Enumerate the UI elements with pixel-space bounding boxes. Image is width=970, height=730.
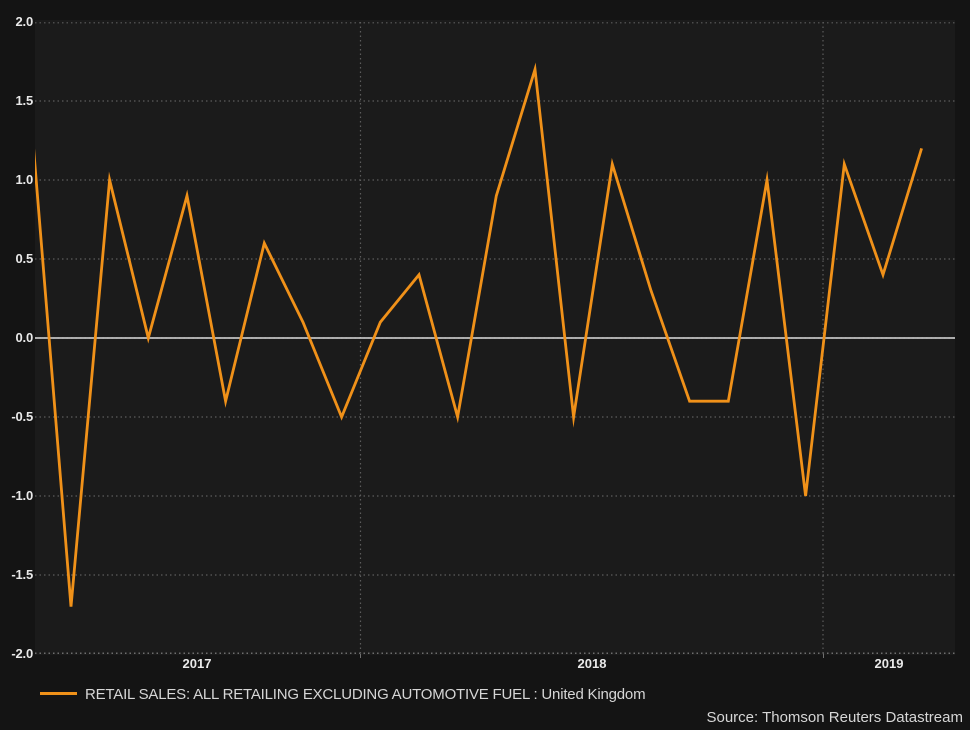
- legend-series-label: RETAIL SALES: ALL RETAILING EXCLUDING AU…: [85, 687, 645, 703]
- x-tick-label: 2017: [157, 657, 237, 671]
- y-tick-label: 1.0: [0, 172, 33, 188]
- y-tick-label: 1.5: [0, 93, 33, 109]
- x-axis-tick-mark: [823, 654, 824, 658]
- x-axis-tick-mark: [360, 654, 361, 658]
- y-tick-label: 2.0: [0, 14, 33, 30]
- source-note: Source: Thomson Reuters Datastream: [706, 710, 963, 726]
- chart-svg: [35, 22, 955, 654]
- y-tick-label: -1.0: [0, 488, 33, 504]
- x-tick-label: 2018: [552, 657, 632, 671]
- y-tick-label: -2.0: [0, 646, 33, 662]
- y-tick-label: -1.5: [0, 567, 33, 583]
- y-tick-label: 0.5: [0, 251, 33, 267]
- chart-canvas: 2.0 1.5 1.0 0.5 0.0 -0.5 -1.0 -1.5 -2.0 2017 2018…: [0, 0, 970, 730]
- x-tick-label: 2019: [849, 657, 929, 671]
- legend-line-swatch: [40, 692, 77, 695]
- y-tick-label: 0.0: [0, 330, 33, 346]
- y-tick-label: -0.5: [0, 409, 33, 425]
